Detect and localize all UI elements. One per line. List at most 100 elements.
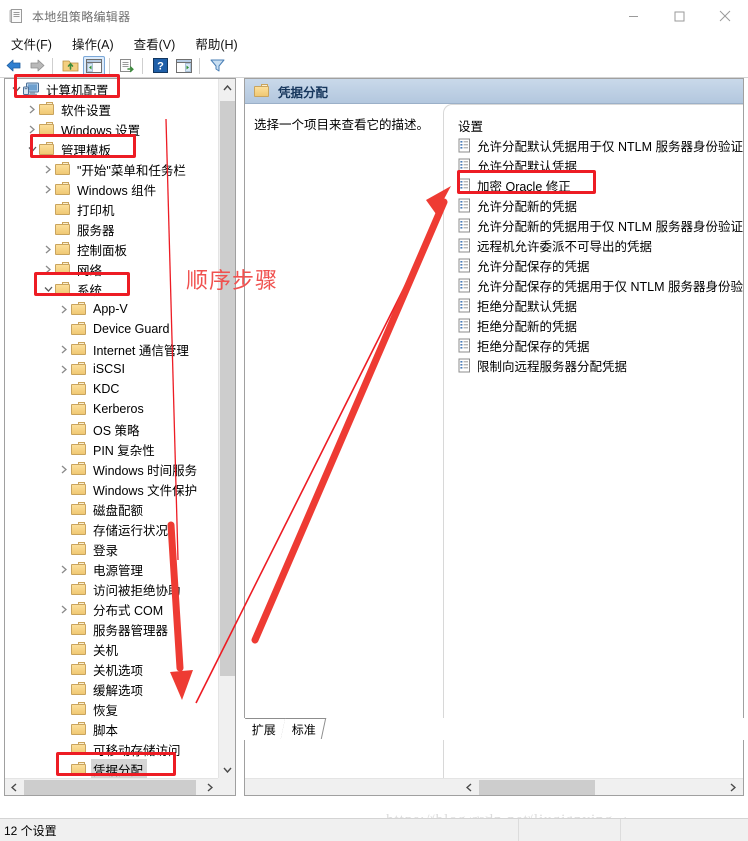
chevron-right-icon[interactable] bbox=[57, 561, 71, 577]
maximize-button[interactable] bbox=[656, 0, 702, 32]
menu-help[interactable]: 帮助(H) bbox=[186, 33, 246, 54]
tree-item-0[interactable]: 计算机配置 bbox=[5, 79, 218, 99]
tree-item-14[interactable]: iSCSI bbox=[5, 359, 218, 379]
details-horizontal-scrollbar[interactable] bbox=[245, 778, 743, 795]
help-icon[interactable]: ? bbox=[149, 56, 171, 76]
scroll-up-arrow-icon[interactable] bbox=[219, 79, 235, 96]
setting-row-11[interactable]: 限制向远程服务器分配凭据 bbox=[444, 355, 743, 375]
setting-row-6[interactable]: 允许分配保存的凭据 bbox=[444, 255, 743, 275]
folder-icon bbox=[71, 742, 87, 756]
tree-item-2[interactable]: Windows 设置 bbox=[5, 119, 218, 139]
tree-item-6[interactable]: 打印机 bbox=[5, 199, 218, 219]
filter-icon[interactable] bbox=[206, 56, 228, 76]
setting-row-8[interactable]: 拒绝分配默认凭据 bbox=[444, 295, 743, 315]
show-action-pane-icon[interactable] bbox=[173, 56, 195, 76]
tree-item-7[interactable]: 服务器 bbox=[5, 219, 218, 239]
tree-item-12[interactable]: Device Guard bbox=[5, 319, 218, 339]
folder-icon bbox=[71, 502, 87, 516]
tab-standard-label: 标准 bbox=[291, 722, 316, 737]
tree-item-28[interactable]: 关机 bbox=[5, 639, 218, 659]
tree-item-24[interactable]: 电源管理 bbox=[5, 559, 218, 579]
tree-item-20[interactable]: Windows 文件保护 bbox=[5, 479, 218, 499]
scroll-right-arrow-icon[interactable] bbox=[201, 779, 218, 795]
up-folder-icon[interactable] bbox=[59, 56, 81, 76]
chevron-right-icon[interactable] bbox=[41, 241, 55, 257]
chevron-right-icon[interactable] bbox=[57, 601, 71, 617]
tree-item-21[interactable]: 磁盘配额 bbox=[5, 499, 218, 519]
tree-item-1[interactable]: 软件设置 bbox=[5, 99, 218, 119]
chevron-right-icon[interactable] bbox=[57, 461, 71, 477]
chevron-down-icon[interactable] bbox=[41, 281, 55, 297]
setting-row-4[interactable]: 允许分配新的凭据用于仅 NTLM 服务器身份验证 bbox=[444, 215, 743, 235]
folder-icon bbox=[39, 122, 55, 136]
tree-item-33[interactable]: 可移动存储访问 bbox=[5, 739, 218, 759]
chevron-down-icon[interactable] bbox=[25, 141, 39, 157]
tree-item-17[interactable]: OS 策略 bbox=[5, 419, 218, 439]
tree-item-19[interactable]: Windows 时间服务 bbox=[5, 459, 218, 479]
tab-standard[interactable]: 标准 bbox=[280, 718, 327, 739]
tree-item-label: 服务器管理器 bbox=[93, 623, 169, 638]
details-horizontal-scroll-thumb[interactable] bbox=[479, 780, 595, 795]
scroll-left-arrow-icon[interactable] bbox=[5, 779, 22, 795]
export-list-icon[interactable] bbox=[116, 56, 138, 76]
tree-item-8[interactable]: 控制面板 bbox=[5, 239, 218, 259]
tree-item-label: Internet 通信管理 bbox=[93, 343, 189, 358]
chevron-right-icon[interactable] bbox=[57, 301, 71, 317]
chevron-right-icon[interactable] bbox=[41, 181, 55, 197]
tree-horizontal-scroll-thumb[interactable] bbox=[24, 780, 196, 795]
tree-item-3[interactable]: 管理模板 bbox=[5, 139, 218, 159]
setting-row-2[interactable]: 加密 Oracle 修正 bbox=[444, 175, 743, 195]
chevron-right-icon[interactable] bbox=[57, 341, 71, 357]
settings-list[interactable]: 允许分配默认凭据用于仅 NTLM 服务器身份验证 允许分配默认凭据 加密 Oracl… bbox=[444, 135, 743, 375]
setting-row-5[interactable]: 远程机允许委派不可导出的凭据 bbox=[444, 235, 743, 255]
setting-row-0[interactable]: 允许分配默认凭据用于仅 NTLM 服务器身份验证 bbox=[444, 135, 743, 155]
details-scroll-right-arrow-icon[interactable] bbox=[724, 779, 741, 795]
tree-item-25[interactable]: 访问被拒绝协助 bbox=[5, 579, 218, 599]
tree-item-5[interactable]: Windows 组件 bbox=[5, 179, 218, 199]
tree-item-4[interactable]: "开始"菜单和任务栏 bbox=[5, 159, 218, 179]
tree-item-32[interactable]: 脚本 bbox=[5, 719, 218, 739]
console-tree[interactable]: 计算机配置 软件设置 Windows 设置 管理模板 "开始"菜单和任务栏 Windows… bbox=[5, 79, 218, 778]
show-hide-tree-icon[interactable] bbox=[83, 55, 105, 76]
setting-row-3[interactable]: 允许分配新的凭据 bbox=[444, 195, 743, 215]
chevron-right-icon[interactable] bbox=[25, 121, 39, 137]
setting-row-10[interactable]: 拒绝分配保存的凭据 bbox=[444, 335, 743, 355]
setting-row-1[interactable]: 允许分配默认凭据 bbox=[444, 155, 743, 175]
tree-item-18[interactable]: PIN 复杂性 bbox=[5, 439, 218, 459]
tree-item-23[interactable]: 登录 bbox=[5, 539, 218, 559]
tree-item-15[interactable]: KDC bbox=[5, 379, 218, 399]
menu-file[interactable]: 文件(F) bbox=[2, 33, 61, 54]
minimize-button[interactable] bbox=[610, 0, 656, 32]
chevron-right-icon[interactable] bbox=[41, 261, 55, 277]
tree-vertical-scroll-thumb[interactable] bbox=[220, 101, 235, 676]
back-arrow-icon[interactable] bbox=[2, 56, 24, 76]
menu-action[interactable]: 操作(A) bbox=[63, 33, 123, 54]
tree-item-34[interactable]: 凭据分配 bbox=[5, 758, 218, 778]
tree-horizontal-scrollbar[interactable] bbox=[5, 778, 218, 795]
setting-label: 允许分配新的凭据 bbox=[477, 199, 578, 214]
menu-view[interactable]: 查看(V) bbox=[125, 33, 185, 54]
tree-vertical-scrollbar[interactable] bbox=[218, 79, 235, 778]
tab-extended[interactable]: 扩展 bbox=[240, 718, 287, 739]
tree-item-16[interactable]: Kerberos bbox=[5, 399, 218, 419]
forward-arrow-icon[interactable] bbox=[26, 56, 48, 76]
toolbar-separator bbox=[52, 57, 53, 74]
chevron-down-icon[interactable] bbox=[9, 81, 23, 97]
tree-item-29[interactable]: 关机选项 bbox=[5, 659, 218, 679]
chevron-right-icon[interactable] bbox=[57, 361, 71, 377]
tree-item-30[interactable]: 缓解选项 bbox=[5, 679, 218, 699]
tree-item-26[interactable]: 分布式 COM bbox=[5, 599, 218, 619]
setting-row-9[interactable]: 拒绝分配新的凭据 bbox=[444, 315, 743, 335]
close-button[interactable] bbox=[702, 0, 748, 32]
tree-item-22[interactable]: 存储运行状况 bbox=[5, 519, 218, 539]
tree-item-11[interactable]: App-V bbox=[5, 299, 218, 319]
scroll-down-arrow-icon[interactable] bbox=[219, 761, 235, 778]
details-scroll-left-arrow-icon[interactable] bbox=[460, 779, 477, 795]
tree-item-31[interactable]: 恢复 bbox=[5, 699, 218, 719]
chevron-right-icon[interactable] bbox=[41, 161, 55, 177]
chevron-right-icon[interactable] bbox=[25, 101, 39, 117]
policy-setting-icon bbox=[458, 338, 471, 353]
setting-row-7[interactable]: 允许分配保存的凭据用于仅 NTLM 服务器身份验证 bbox=[444, 275, 743, 295]
tree-item-27[interactable]: 服务器管理器 bbox=[5, 619, 218, 639]
tree-item-13[interactable]: Internet 通信管理 bbox=[5, 339, 218, 359]
